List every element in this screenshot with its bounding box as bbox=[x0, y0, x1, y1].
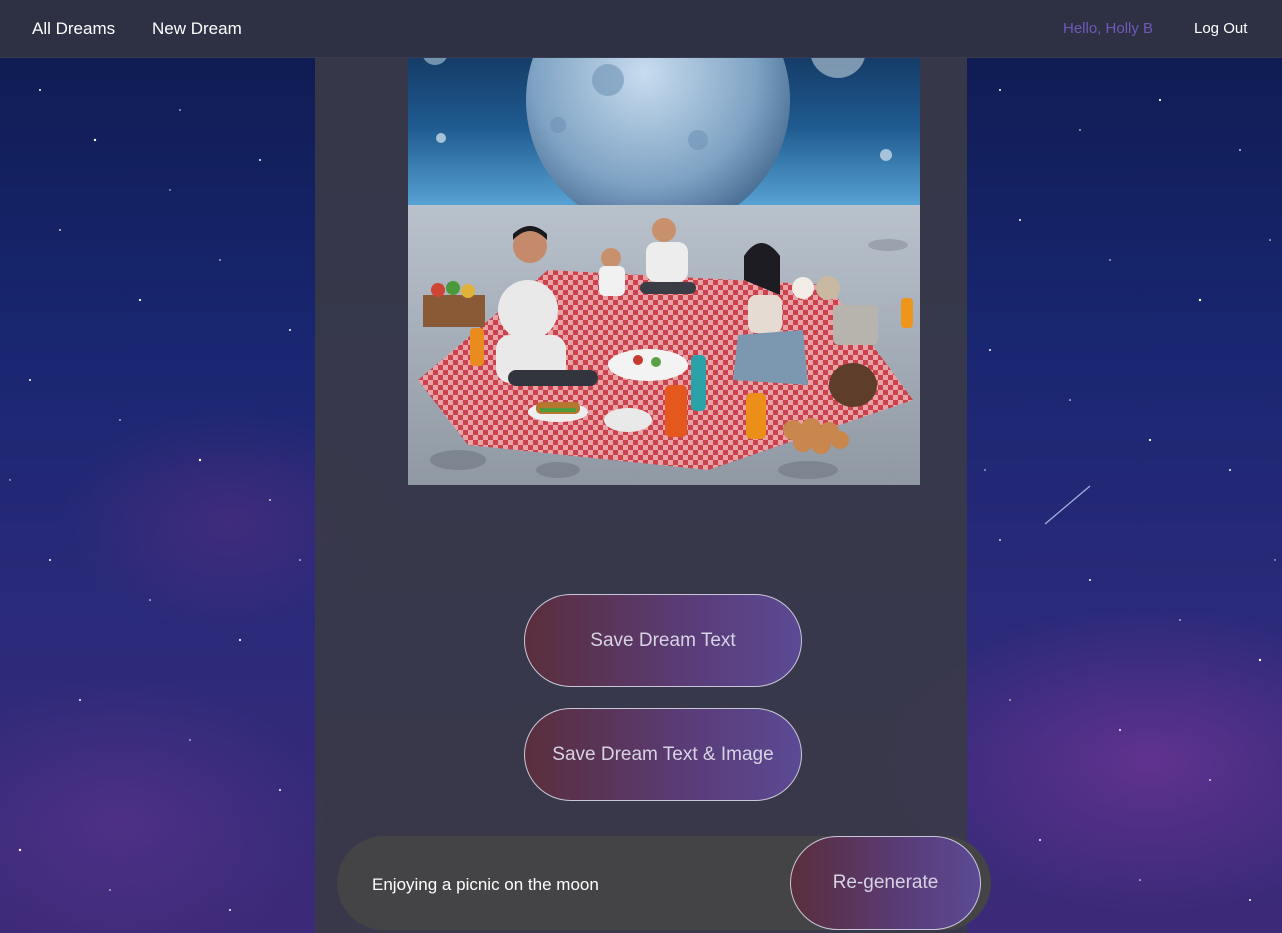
moon-picnic-illustration bbox=[408, 0, 920, 485]
logout-link[interactable]: Log Out bbox=[1194, 20, 1247, 37]
dream-prompt-text: Enjoying a picnic on the moon bbox=[372, 875, 599, 894]
top-nav: All Dreams New Dream Hello, Holly B Log … bbox=[0, 0, 1282, 58]
save-dream-text-image-button[interactable]: Save Dream Text & Image bbox=[524, 708, 802, 801]
nav-new-dream-link[interactable]: New Dream bbox=[152, 19, 242, 39]
user-greeting: Hello, Holly B bbox=[1063, 20, 1154, 37]
dream-image bbox=[408, 0, 920, 485]
save-dream-text-button[interactable]: Save Dream Text bbox=[524, 594, 802, 687]
regenerate-button[interactable]: Re-generate bbox=[790, 836, 981, 930]
nav-all-dreams-link[interactable]: All Dreams bbox=[32, 19, 115, 39]
prompt-bar: Enjoying a picnic on the moon Re-generat… bbox=[337, 836, 991, 930]
